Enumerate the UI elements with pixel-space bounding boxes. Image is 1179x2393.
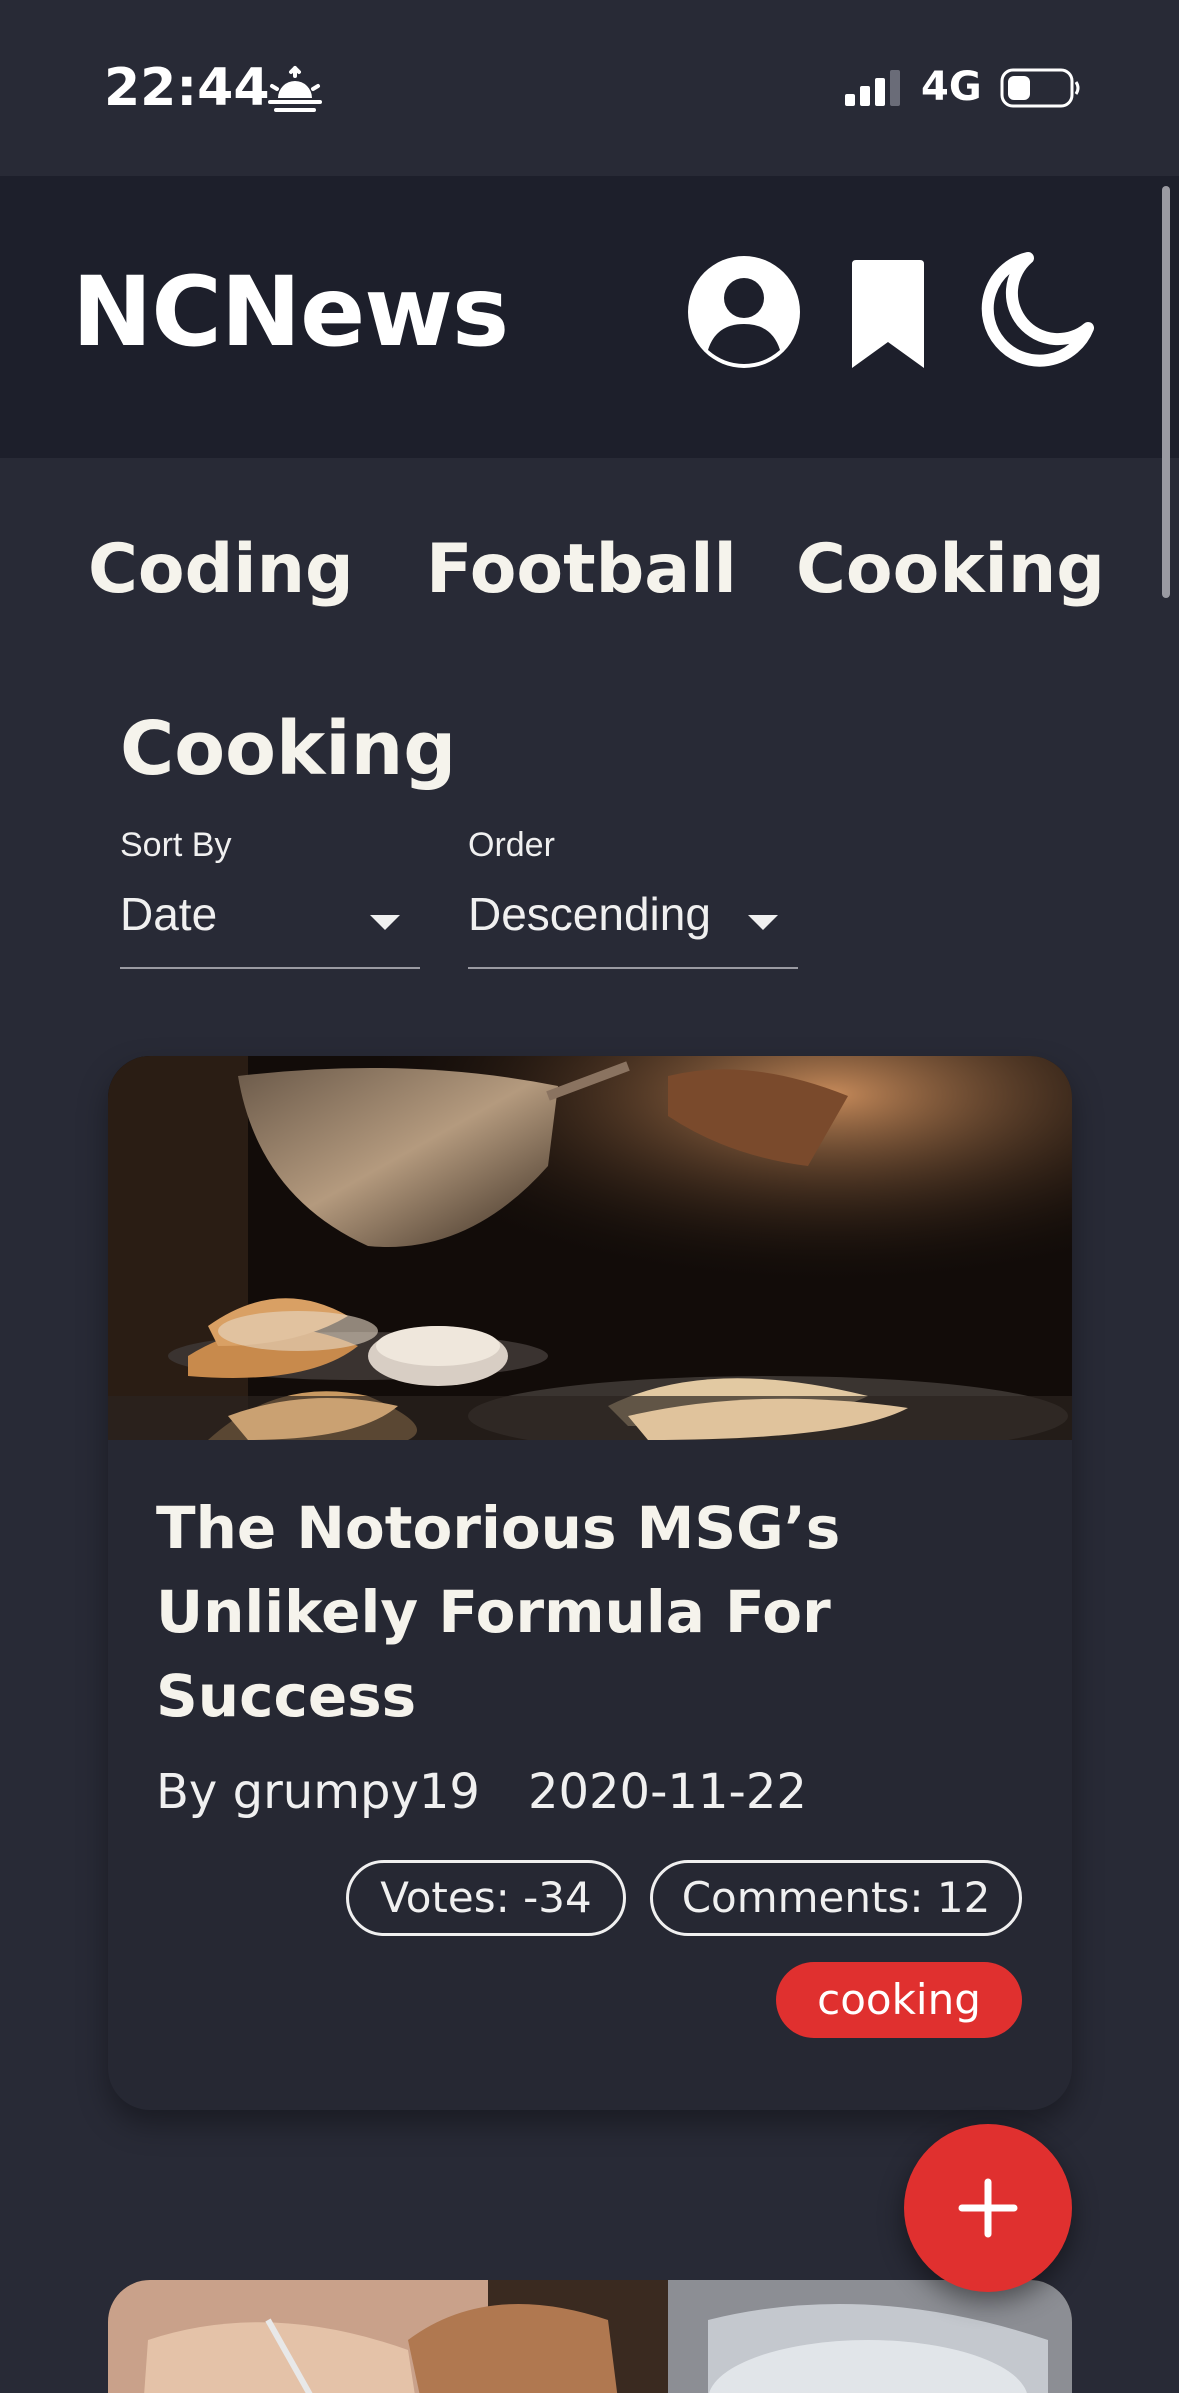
status-bar: 22:44 4G <box>0 0 1179 176</box>
topic-link-football[interactable]: Football <box>426 530 737 609</box>
status-time: 22:44 <box>104 58 270 118</box>
order-dropdown[interactable]: Descending <box>468 887 798 969</box>
votes-badge[interactable]: Votes: -34 <box>346 1860 626 1936</box>
sort-by-value: Date <box>120 888 218 940</box>
comments-badge[interactable]: Comments: 12 <box>650 1860 1022 1936</box>
plus-icon <box>958 2178 1018 2238</box>
bookmark-icon[interactable] <box>846 260 930 372</box>
page-title: Cooking <box>120 706 457 792</box>
article-image <box>108 1056 1072 1440</box>
article-title[interactable]: The Notorious MSG’s Unlikely Formula For… <box>156 1486 996 1738</box>
sort-by-label: Sort By <box>120 826 232 864</box>
order-value: Descending <box>468 888 711 940</box>
order-select[interactable]: Order Descending <box>468 826 798 969</box>
dropdown-arrow-icon <box>370 915 400 930</box>
order-label: Order <box>468 826 555 864</box>
user-icon[interactable] <box>686 254 802 370</box>
dropdown-arrow-icon <box>748 915 778 930</box>
add-article-button[interactable] <box>904 2124 1072 2292</box>
app-header: NCNews <box>0 176 1179 458</box>
topic-tag[interactable]: cooking <box>776 1962 1022 2038</box>
article-byline: By grumpy19 2020-11-22 <box>156 1764 807 1820</box>
next-article-image <box>108 2280 1072 2393</box>
network-type: 4G <box>921 64 982 110</box>
topic-link-cooking[interactable]: Cooking <box>796 530 1105 609</box>
article-date: 2020-11-22 <box>527 1764 807 1820</box>
topic-link-coding[interactable]: Coding <box>88 530 354 609</box>
sort-by-select[interactable]: Sort By Date <box>120 826 420 969</box>
brand-logo[interactable]: NCNews <box>72 256 509 368</box>
signal-icon <box>845 70 900 106</box>
sort-by-dropdown[interactable]: Date <box>120 887 420 969</box>
sunrise-icon <box>268 66 322 112</box>
article-author[interactable]: By grumpy19 <box>156 1764 480 1820</box>
app-screen: 22:44 4G NCNews Coding Football Cooking … <box>0 0 1179 2393</box>
battery-icon <box>1000 68 1080 108</box>
topic-nav: Coding Football Cooking <box>0 530 1179 630</box>
moon-icon[interactable] <box>974 250 1096 370</box>
article-card[interactable]: The Notorious MSG’s Unlikely Formula For… <box>108 1056 1072 2110</box>
